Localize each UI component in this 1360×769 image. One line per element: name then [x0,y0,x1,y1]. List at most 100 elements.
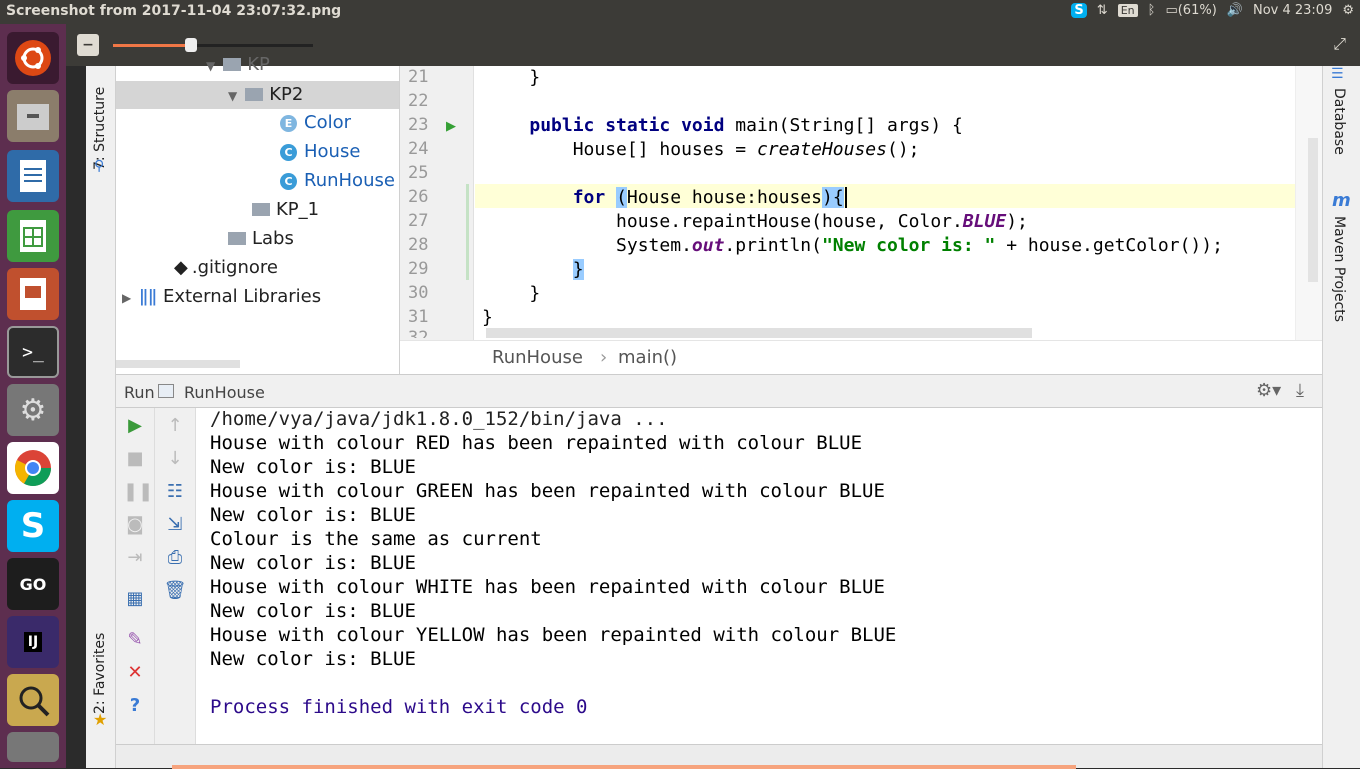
console-line: House with colour YELLOW has been repain… [210,624,897,646]
settings-gear-icon[interactable]: ⚙▾ [1256,380,1281,401]
code-line[interactable]: } [486,66,540,90]
intellij-idea-icon[interactable]: IJ [7,616,59,668]
run-main-icon[interactable]: ▶ [446,119,456,134]
scroll-to-end-icon[interactable]: ⇲ [163,513,187,537]
right-tool-stripe: ☰ Database m Maven Projects [1322,66,1360,768]
image-viewer-icon[interactable] [7,674,59,726]
soft-wrap-icon[interactable]: ☷ [163,480,187,504]
code-token: main(String[] args) { [724,115,963,136]
terminal-icon[interactable]: >_ [7,326,59,378]
code-line[interactable]: System.out.println("New color is: " + ho… [486,234,1223,258]
files-icon[interactable] [7,90,59,142]
network-icon[interactable]: ⇅ [1097,3,1108,18]
skype-indicator-icon[interactable]: S [1071,3,1087,18]
libreoffice-impress-icon[interactable] [7,268,59,320]
tree-item-kp2[interactable]: ▼ KP2 [116,81,399,109]
tree-label: .gitignore [191,257,278,278]
line-number: 25 [408,163,429,183]
scroll-thumb[interactable] [1308,138,1318,282]
tree-item-runhouse[interactable]: C RunHouse [280,170,395,191]
zoom-slider-thumb[interactable] [185,38,197,52]
line-number: 26 [408,187,429,207]
code-line[interactable]: public static void main(String[] args) { [486,114,963,138]
breadcrumb-class[interactable]: RunHouse [492,347,583,368]
system-settings-icon[interactable]: ⚙ [7,384,59,436]
close-icon[interactable]: ✕ [123,661,147,685]
restore-layout-icon[interactable]: ▦ [123,587,147,611]
arrow-down-icon[interactable]: ↓ [163,447,187,471]
editor-horizontal-scrollbar[interactable] [486,328,1032,338]
dump-threads-icon[interactable]: ◙ [123,513,147,537]
library-icon: ǁǁ [139,286,157,307]
ide-window: 7: Structure ⚲ 2: Favorites ★ ▼ KP ▼ KP2 E… [66,54,1360,769]
editor-scrollbar[interactable] [1295,66,1322,340]
skype-icon[interactable]: S [7,500,59,552]
help-icon[interactable]: ? [123,694,147,718]
ubuntu-dash-icon[interactable] [7,32,59,84]
stop-icon[interactable]: ■ [123,447,147,471]
exit-icon[interactable]: ⇥ [123,546,147,570]
zoom-slider[interactable] [113,38,313,52]
code-line[interactable]: } [482,306,493,330]
database-tab[interactable]: Database [1331,88,1347,155]
folder-icon [223,58,242,71]
gear-icon[interactable]: ⚙ [1342,3,1354,18]
viewer-margin [66,66,86,768]
toolbar-divider [154,408,155,744]
console-exit-line: Process finished with exit code 0 [210,696,588,718]
clock[interactable]: Nov 4 23:09 [1253,3,1332,18]
console-line: House with colour GREEN has been repaint… [210,480,885,502]
code-token: System. [486,235,692,256]
matched-brace: { [832,187,844,208]
tree-item-gitignore[interactable]: ◆ .gitignore [174,257,278,278]
editor-gutter: 21 22 23 24 25 26 27 28 29 30 31 32 ▶ [400,66,474,340]
code-line[interactable]: house.repaintHouse(house, Color.BLUE); [486,210,1028,234]
structure-tab[interactable]: 7: Structure [92,70,108,170]
battery-indicator[interactable]: ▭(61%) [1165,3,1216,18]
code-line[interactable]: House[] houses = createHouses(); [486,138,920,162]
chevron-right-icon: ▶ [122,291,132,305]
code-token: + house.getColor()); [995,235,1223,256]
project-panel: ▼ KP ▼ KP2 E Color C House C RunHouse KP_1 La… [116,54,400,374]
code-editor: 21 22 23 24 25 26 27 28 29 30 31 32 ▶ } … [400,66,1322,374]
fullscreen-icon[interactable]: ⤢ [1333,34,1346,54]
code-line[interactable]: for (House house:houses){ [486,186,847,210]
pause-icon[interactable]: ❚❚ [123,480,153,504]
hide-panel-icon[interactable]: ⤓ [1296,380,1304,401]
bluetooth-icon[interactable]: ᛒ [1148,3,1156,18]
code-token: ); [1006,211,1028,232]
tree-item-house[interactable]: C House [280,141,360,162]
code-line[interactable]: } [486,258,584,282]
code-line[interactable]: } [486,282,540,306]
keyboard-layout-indicator[interactable]: En [1117,4,1138,17]
tree-item-color[interactable]: E Color [280,112,351,133]
horizontal-scrollbar[interactable] [116,360,240,368]
tree-label: Color [304,112,351,133]
tree-item-external-libraries[interactable]: ▶ ǁǁ External Libraries [122,286,321,307]
console-line: New color is: BLUE [210,504,416,526]
tree-item-labs[interactable]: Labs [228,228,294,249]
trash-icon[interactable]: 🗑 [163,579,187,603]
libreoffice-calc-icon[interactable] [7,210,59,262]
run-config-tab[interactable]: RunHouse [184,383,265,402]
console-line: House with colour WHITE has been repaint… [210,576,885,598]
trash-icon[interactable] [7,732,59,762]
volume-icon[interactable]: 🔊 [1227,3,1243,18]
tree-item-kp-1[interactable]: KP_1 [252,199,319,220]
goland-icon[interactable]: GO [7,558,59,610]
pin-icon[interactable]: ✎ [123,628,147,652]
code-token: "New color is: " [821,235,996,256]
arrow-up-icon[interactable]: ↑ [163,414,187,438]
maven-projects-tab[interactable]: Maven Projects [1331,216,1347,322]
rerun-icon[interactable]: ▶ [123,414,147,438]
viewer-menu-button[interactable]: − [77,34,99,56]
line-number: 27 [408,211,429,231]
tree-item-kp[interactable]: ▼ KP [206,54,270,75]
print-icon[interactable]: ⎙ [163,546,187,570]
vcs-change-marker[interactable] [466,184,469,280]
folder-icon [228,232,246,245]
chrome-icon[interactable] [7,442,59,494]
breadcrumb-method[interactable]: main() [618,347,677,368]
favorites-tab[interactable]: 2: Favorites [92,618,108,714]
libreoffice-writer-icon[interactable] [7,150,59,202]
